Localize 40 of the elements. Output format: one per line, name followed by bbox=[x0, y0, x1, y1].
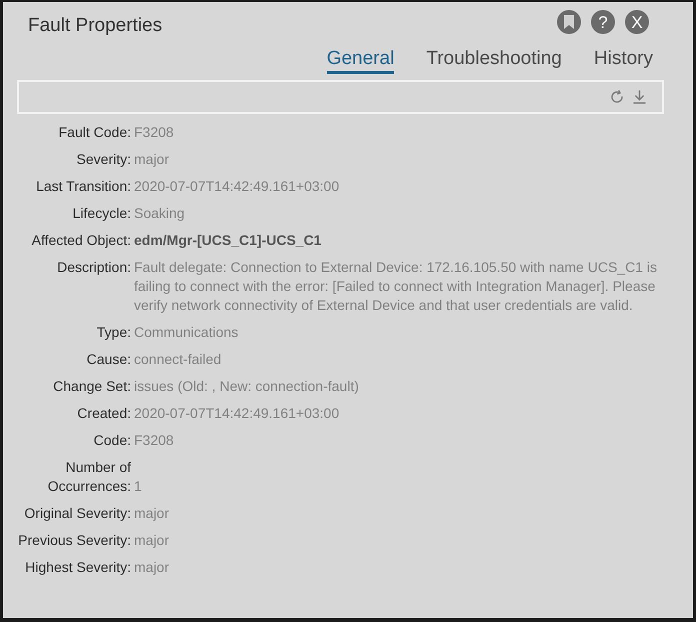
field-value: major bbox=[134, 559, 170, 575]
field-value: Fault delegate: Connection to External Device: 172.16.105.50 with name UCS_C1 is failing to connect with the error: [Failed to connect with Integration Manager]. Please verify network connectivity of External Device and that user credentials are valid. bbox=[134, 259, 657, 313]
tab[interactable]: Troubleshooting bbox=[426, 48, 562, 74]
field-label: Original Severity: bbox=[24, 504, 131, 523]
field-value: F3208 bbox=[134, 124, 174, 140]
field-value: 2020-07-07T14:42:49.161+03:00 bbox=[134, 178, 340, 194]
refresh-icon[interactable] bbox=[610, 90, 624, 104]
field-label: Code: bbox=[94, 431, 131, 450]
field-label: Type: bbox=[96, 323, 131, 342]
tab[interactable]: General bbox=[326, 48, 394, 74]
field-label: Affected Object: bbox=[32, 231, 131, 250]
field-label: Created: bbox=[77, 404, 131, 423]
close-button[interactable]: X bbox=[625, 10, 649, 34]
field-value: major bbox=[134, 505, 170, 521]
field-label: Change Set: bbox=[53, 377, 131, 396]
window-title: Fault Properties bbox=[28, 14, 162, 38]
field-label: Number of Occurrences: bbox=[46, 458, 131, 496]
field-label: Lifecycle: bbox=[72, 204, 131, 223]
field-value: Communications bbox=[134, 324, 238, 340]
field-value: Soaking bbox=[134, 205, 185, 221]
field-label: Description: bbox=[57, 258, 131, 277]
field-value: F3208 bbox=[134, 432, 174, 448]
field-value: major bbox=[134, 532, 170, 548]
bookmark-icon bbox=[564, 15, 574, 29]
download-icon[interactable] bbox=[633, 90, 646, 104]
field-value: major bbox=[134, 151, 170, 167]
field-label: Last Transition: bbox=[36, 177, 131, 196]
field-value: connect-failed bbox=[134, 351, 222, 367]
field-value: issues (Old: , New: connection-fault) bbox=[134, 378, 359, 394]
field-label: Highest Severity: bbox=[25, 558, 131, 577]
field-value: edm/Mgr-[UCS_C1]-UCS_C1 bbox=[134, 232, 322, 248]
field-label: Fault Code: bbox=[58, 123, 131, 142]
tab[interactable]: History bbox=[594, 48, 653, 74]
help-button[interactable]: ? bbox=[591, 10, 615, 34]
bookmark-button[interactable] bbox=[557, 10, 581, 34]
field-label: Previous Severity: bbox=[18, 531, 131, 550]
field-label: Severity: bbox=[76, 150, 131, 169]
field-value: 1 bbox=[134, 478, 142, 494]
field-label: Cause: bbox=[86, 350, 131, 369]
field-value: 2020-07-07T14:42:49.161+03:00 bbox=[134, 405, 340, 421]
